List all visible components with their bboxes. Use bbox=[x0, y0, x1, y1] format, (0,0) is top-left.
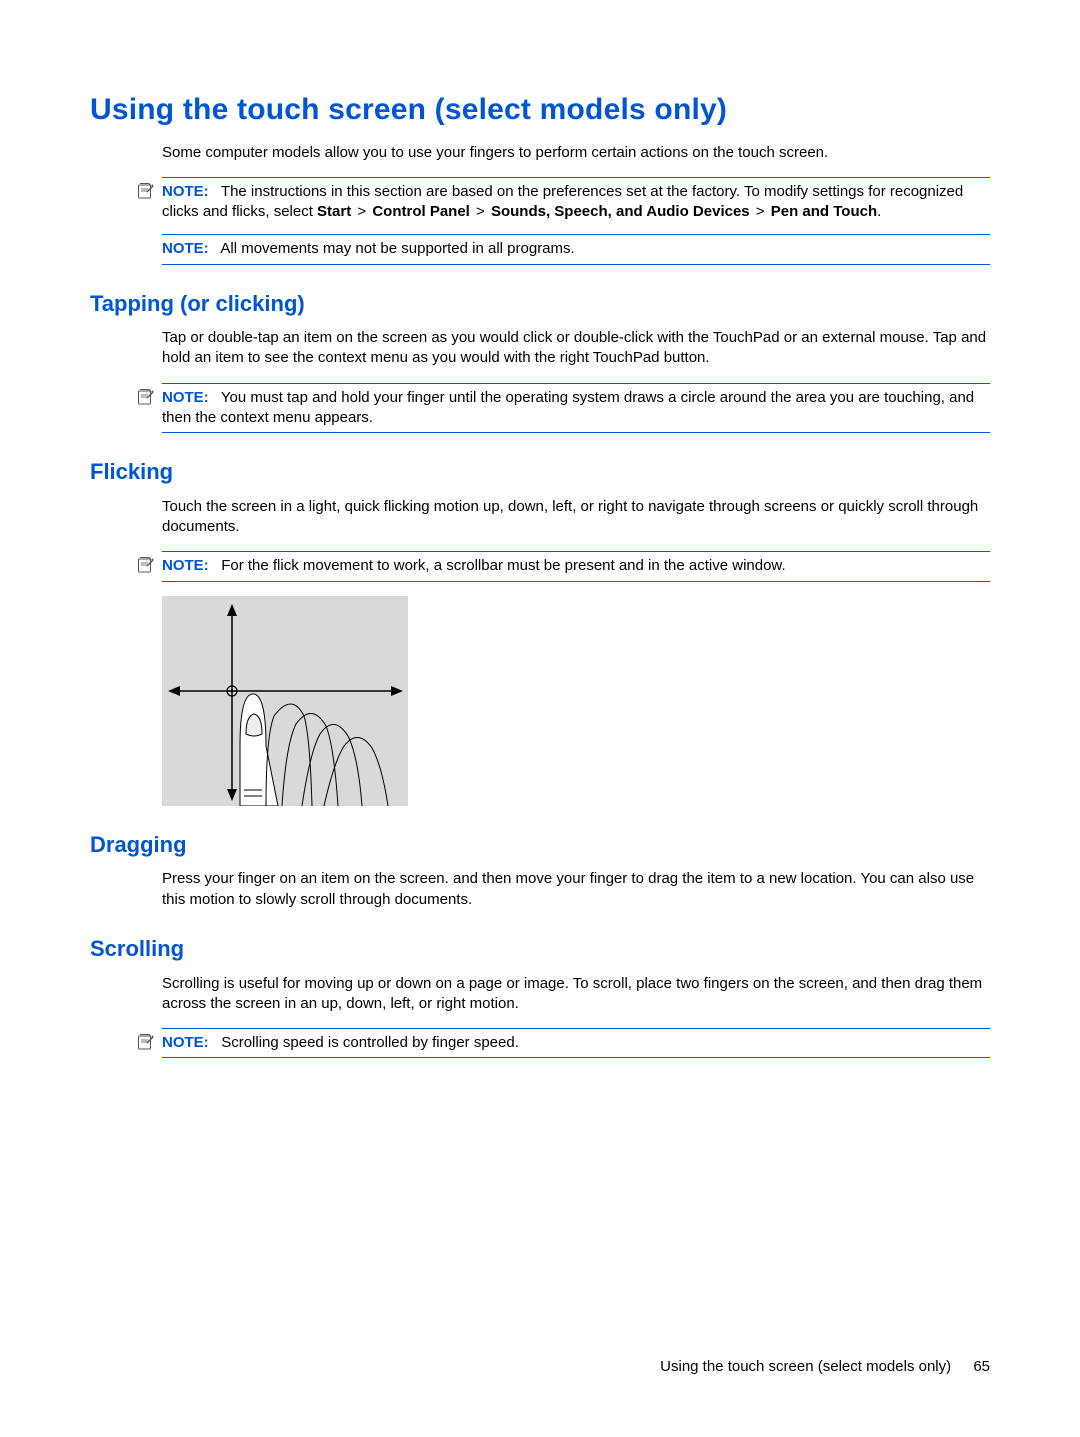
heading-tapping: Tapping (or clicking) bbox=[90, 289, 990, 319]
note-icon bbox=[137, 182, 155, 200]
note-text: Scrolling speed is controlled by finger … bbox=[221, 1034, 519, 1051]
note-label: NOTE: bbox=[162, 557, 209, 574]
note-label: NOTE: bbox=[162, 240, 209, 257]
note-block-flicking: NOTE: For the flick movement to work, a … bbox=[162, 551, 990, 581]
note-text: For the flick movement to work, a scroll… bbox=[221, 557, 785, 574]
note-label: NOTE: bbox=[162, 389, 209, 406]
note-block-all-movements: NOTE: All movements may not be supported… bbox=[162, 234, 990, 264]
path-pen-touch: Pen and Touch bbox=[771, 203, 877, 220]
note-block-scrolling: NOTE: Scrolling speed is controlled by f… bbox=[162, 1028, 990, 1058]
path-start: Start bbox=[317, 203, 351, 220]
scrolling-body: Scrolling is useful for moving up or dow… bbox=[162, 974, 990, 1015]
heading-scrolling: Scrolling bbox=[90, 934, 990, 964]
page-footer: Using the touch screen (select models on… bbox=[660, 1357, 990, 1377]
note-icon bbox=[137, 388, 155, 406]
flicking-body: Touch the screen in a light, quick flick… bbox=[162, 497, 990, 538]
dragging-body: Press your finger on an item on the scre… bbox=[162, 869, 990, 910]
document-page: Using the touch screen (select models on… bbox=[0, 0, 1080, 1437]
tapping-body: Tap or double-tap an item on the screen … bbox=[162, 328, 990, 369]
settings-path: Start > Control Panel > Sounds, Speech, … bbox=[317, 203, 877, 220]
path-control-panel: Control Panel bbox=[372, 203, 470, 220]
heading-flicking: Flicking bbox=[90, 457, 990, 487]
page-heading: Using the touch screen (select models on… bbox=[90, 90, 990, 131]
flick-gesture-illustration bbox=[162, 596, 408, 806]
note-icon bbox=[137, 1033, 155, 1051]
intro-paragraph: Some computer models allow you to use yo… bbox=[162, 143, 990, 163]
note-label: NOTE: bbox=[162, 1034, 209, 1051]
note-period: . bbox=[877, 203, 881, 220]
note-text: You must tap and hold your finger until … bbox=[162, 389, 974, 426]
note-block-factory-settings: NOTE: The instructions in this section a… bbox=[162, 177, 990, 227]
note-text: All movements may not be supported in al… bbox=[220, 240, 574, 257]
note-block-tapping: NOTE: You must tap and hold your finger … bbox=[162, 383, 990, 434]
note-icon bbox=[137, 556, 155, 574]
note-label: NOTE: bbox=[162, 183, 209, 200]
path-sounds: Sounds, Speech, and Audio Devices bbox=[491, 203, 750, 220]
footer-title: Using the touch screen (select models on… bbox=[660, 1358, 951, 1375]
heading-dragging: Dragging bbox=[90, 830, 990, 860]
footer-page-number: 65 bbox=[973, 1358, 990, 1375]
